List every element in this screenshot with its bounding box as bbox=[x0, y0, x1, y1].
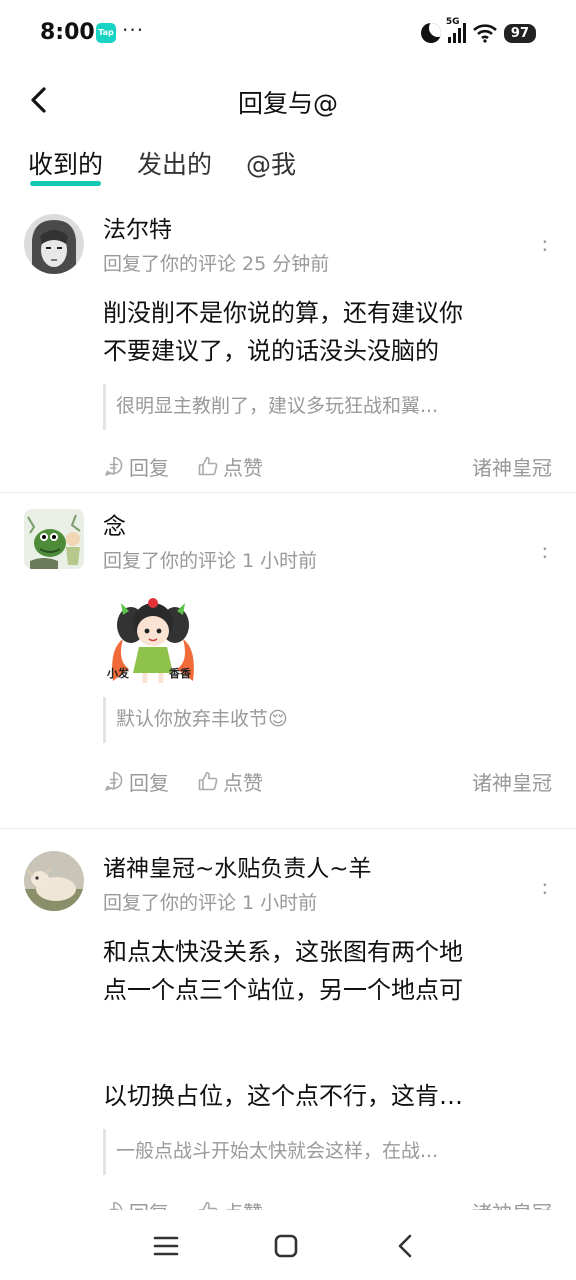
system-back-button[interactable] bbox=[390, 1230, 422, 1262]
circle-name[interactable]: 诸神皇冠 bbox=[472, 452, 552, 481]
quoted-comment[interactable]: 一般点战斗开始太快就会这样，在战... bbox=[103, 1129, 552, 1175]
page-title: 回复与@ bbox=[237, 89, 338, 118]
sticker-label-left: 小发 bbox=[107, 667, 129, 680]
more-options-icon[interactable]: · · bbox=[542, 875, 548, 903]
tab-bar: 收到的 发出的 @我 bbox=[28, 148, 296, 194]
thumbs-up-icon bbox=[198, 771, 218, 791]
comment-icon bbox=[105, 456, 123, 476]
comment-icon bbox=[105, 771, 123, 791]
status-bar: 8:00 Tap ··· 5G 97 bbox=[0, 0, 576, 66]
author-name[interactable]: 诸神皇冠~水贴负责人~羊 bbox=[103, 853, 552, 885]
comment-icon bbox=[109, 1201, 123, 1210]
thumbs-up-icon bbox=[198, 1201, 218, 1210]
header: 回复与@ bbox=[0, 70, 576, 130]
author-name[interactable]: 法尔特 bbox=[103, 214, 552, 246]
reply-content[interactable]: 削没削不是你说的算，还有建议你 不要建议了，说的话没头没脑的 bbox=[103, 294, 552, 370]
network-type-label: 5G bbox=[445, 17, 460, 27]
tab-mentions[interactable]: @我 bbox=[246, 148, 296, 188]
avatar[interactable] bbox=[24, 509, 84, 569]
system-nav-bar bbox=[0, 1212, 576, 1280]
reply-button[interactable]: 回复 bbox=[103, 1197, 169, 1210]
tab-sent[interactable]: 发出的 bbox=[137, 148, 212, 188]
home-button[interactable] bbox=[270, 1230, 302, 1262]
reply-meta: 回复了你的评论 1 小时前 bbox=[103, 550, 318, 572]
menu-icon bbox=[153, 1236, 179, 1256]
back-arrow-icon bbox=[398, 1234, 412, 1258]
action-row: 回复 点赞 诸神皇冠 bbox=[103, 438, 552, 494]
taptap-notification-icon: Tap bbox=[96, 23, 116, 43]
battery-indicator: 97 bbox=[503, 23, 536, 43]
more-options-icon[interactable]: · · bbox=[542, 539, 548, 567]
action-row: 回复 点赞 诸神皇冠 bbox=[103, 1183, 552, 1210]
reply-meta: 回复了你的评论 1 小时前 bbox=[103, 892, 318, 914]
thumbs-up-icon bbox=[198, 456, 218, 476]
more-options-icon[interactable]: · · bbox=[542, 232, 548, 260]
cellular-signal-icon: 5G bbox=[446, 17, 466, 43]
sticker-label-right: 香香 bbox=[169, 667, 191, 680]
home-square-icon bbox=[274, 1234, 298, 1258]
avatar[interactable] bbox=[24, 851, 84, 911]
reply-button[interactable]: 回复 bbox=[103, 452, 169, 481]
sticker-image[interactable]: 小发 香香 bbox=[103, 589, 203, 689]
action-row: 回复 点赞 诸神皇冠 bbox=[103, 753, 552, 809]
recent-apps-button[interactable] bbox=[150, 1230, 182, 1262]
like-button[interactable]: 点赞 bbox=[197, 1197, 263, 1210]
like-button[interactable]: 点赞 bbox=[197, 767, 263, 796]
wifi-icon bbox=[473, 23, 497, 43]
reply-list: · · 法尔特 回复了你的评论 25 分钟前 削没削不是你说的算，还有建议你 不要… bbox=[0, 200, 576, 1210]
quoted-comment[interactable]: 很明显主教削了，建议多玩狂战和翼... bbox=[103, 384, 552, 430]
author-name[interactable]: 念 bbox=[103, 511, 552, 543]
do-not-disturb-icon bbox=[420, 23, 441, 43]
more-notifications-icon: ··· bbox=[122, 18, 145, 42]
circle-name[interactable]: 诸神皇冠 bbox=[472, 767, 552, 796]
status-time: 8:00 bbox=[40, 20, 95, 45]
avatar[interactable] bbox=[24, 214, 84, 274]
quoted-comment[interactable]: 默认你放弃丰收节😌 bbox=[103, 697, 552, 743]
reply-button[interactable]: 回复 bbox=[103, 767, 169, 796]
reply-meta: 回复了你的评论 25 分钟前 bbox=[103, 253, 330, 275]
status-icons: 5G 97 bbox=[420, 17, 536, 46]
reply-content[interactable]: 和点太快没关系，这张图有两个地 点一个点三个站位，另一个地点可 以切换占位，这个… bbox=[103, 933, 552, 1115]
list-item[interactable]: · · 诸神皇冠~水贴负责人~羊 回复了你的评论 1 小时前 和点太快没关系，这张… bbox=[0, 829, 576, 1210]
tab-received[interactable]: 收到的 bbox=[28, 148, 103, 188]
like-button[interactable]: 点赞 bbox=[197, 452, 263, 481]
circle-name[interactable]: 诸神皇冠 bbox=[472, 1197, 552, 1211]
list-item[interactable]: · · 法尔特 回复了你的评论 25 分钟前 削没削不是你说的算，还有建议你 不要… bbox=[0, 200, 576, 493]
list-item[interactable]: · · 念 回复了你的评论 1 小时前 小发 香香 默认你放弃丰收节😌 回复 点… bbox=[0, 493, 576, 829]
